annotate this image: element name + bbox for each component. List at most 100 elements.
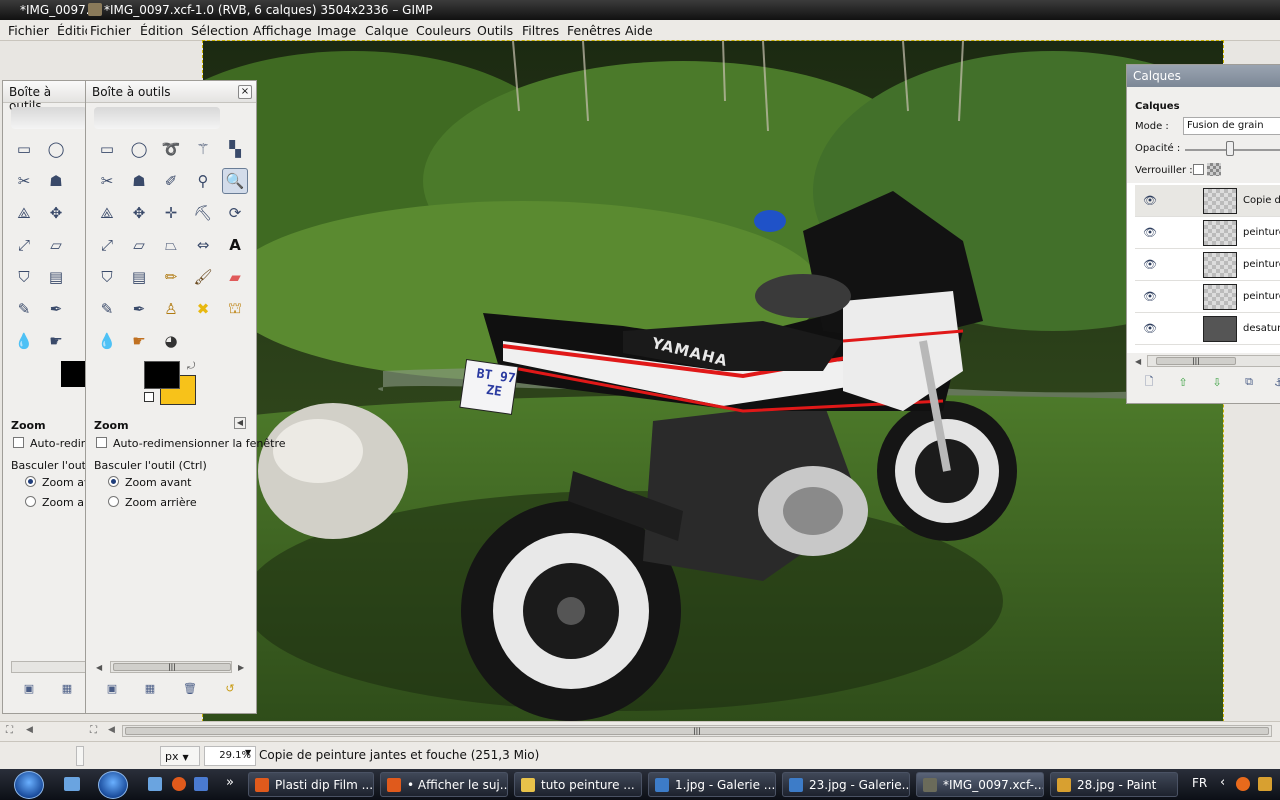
- align-icon[interactable]: ✛: [158, 200, 184, 226]
- firefox-quicklaunch-icon[interactable]: [172, 777, 186, 791]
- reset-options-icon[interactable]: ↺: [222, 681, 238, 695]
- rotate-icon[interactable]: ⟳: [222, 200, 248, 226]
- rect-select-icon[interactable]: ▭: [11, 136, 37, 162]
- raise-layer-icon[interactable]: ⇧: [1175, 375, 1191, 389]
- task-afficher-sujet[interactable]: • Afficher le suj...: [380, 772, 508, 797]
- layers-scroll-left-icon[interactable]: ◀: [1135, 357, 1141, 366]
- bucket-fill-icon[interactable]: ⛉: [11, 264, 37, 290]
- task-paint[interactable]: 28.jpg - Paint: [1050, 772, 1178, 797]
- layer-row[interactable]: 👁 desatura: [1135, 313, 1280, 345]
- foreground-select-icon[interactable]: ☗: [126, 168, 152, 194]
- layers-scrollbar-thumb[interactable]: |||: [1156, 357, 1236, 365]
- rect-select-icon[interactable]: ▭: [94, 136, 120, 162]
- scale-icon[interactable]: ⤢: [94, 232, 120, 258]
- visibility-eye-icon[interactable]: 👁: [1143, 258, 1159, 271]
- paths-icon[interactable]: ✐: [158, 168, 184, 194]
- menu-fenetres[interactable]: Fenêtres: [567, 23, 621, 38]
- quickmask-front-icon[interactable]: ⛶: [90, 725, 97, 736]
- layer-row[interactable]: 👁 peinture: [1135, 249, 1280, 281]
- ellipse-select-icon[interactable]: ◯: [126, 136, 152, 162]
- image-canvas[interactable]: BT 97 ZE YAMAHA: [202, 40, 1224, 722]
- options-scrollbar-back[interactable]: [11, 661, 87, 673]
- visibility-eye-icon[interactable]: 👁: [1143, 322, 1159, 335]
- menu-outils[interactable]: Outils: [477, 23, 513, 38]
- layer-name[interactable]: desatura: [1243, 323, 1280, 334]
- zoom-in-radio-back[interactable]: Zoom av: [25, 476, 90, 489]
- scale-icon[interactable]: ⤢: [11, 232, 37, 258]
- task-plasti-dip[interactable]: Plasti dip Film ...: [248, 772, 374, 797]
- shear-icon[interactable]: ▱: [126, 232, 152, 258]
- heal-icon[interactable]: ✖: [190, 296, 216, 322]
- zoom-out-radio[interactable]: Zoom arrière: [108, 496, 197, 509]
- shear-icon[interactable]: ▱: [43, 232, 69, 258]
- delete-options-icon[interactable]: 🗑: [182, 681, 198, 695]
- tray-secondary-icon[interactable]: [1258, 777, 1272, 791]
- scissors-icon[interactable]: ✂: [11, 168, 37, 194]
- perspective-clone-icon[interactable]: ⛫: [222, 296, 248, 322]
- visibility-eye-icon[interactable]: 👁: [1143, 194, 1159, 207]
- menu-calque[interactable]: Calque: [365, 23, 408, 38]
- quicklaunch-desktop-icon[interactable]: [148, 777, 162, 791]
- save-options-icon[interactable]: ▣: [104, 681, 120, 695]
- layer-row[interactable]: 👁 Copie de: [1135, 185, 1280, 217]
- start-orb-back[interactable]: [14, 771, 44, 799]
- scroll-left-front-icon[interactable]: ◀: [108, 725, 115, 735]
- scissors-icon[interactable]: ✂: [94, 168, 120, 194]
- foreground-select-icon[interactable]: ☗: [43, 168, 69, 194]
- restore-options-icon-back[interactable]: ▦: [59, 681, 75, 695]
- close-icon[interactable]: ×: [238, 85, 252, 99]
- menu-affichage[interactable]: Affichage: [253, 23, 312, 38]
- save-options-icon-back[interactable]: ▣: [21, 681, 37, 695]
- pencil-icon[interactable]: ✏: [158, 264, 184, 290]
- menu-selection[interactable]: Sélection: [191, 23, 249, 38]
- zoom-tool-icon[interactable]: 🔍: [222, 168, 248, 194]
- ink-icon[interactable]: ✒: [43, 296, 69, 322]
- options-scrollbar-thumb[interactable]: |||: [113, 663, 231, 671]
- measure-icon[interactable]: ⟁: [94, 200, 120, 226]
- layer-row[interactable]: 👁 peinture: [1135, 281, 1280, 313]
- scroll-left-icon[interactable]: ◀: [26, 725, 33, 735]
- fg-color-swatch[interactable]: [144, 361, 180, 389]
- smudge-icon[interactable]: ☛: [43, 328, 69, 354]
- layer-name[interactable]: peinture: [1243, 259, 1280, 270]
- duplicate-layer-icon[interactable]: ⧉: [1241, 375, 1257, 389]
- canvas-hscrollbar-thumb[interactable]: |||: [125, 727, 1269, 735]
- zoom-in-radio[interactable]: Zoom avant: [108, 476, 191, 489]
- airbrush-icon[interactable]: ✎: [11, 296, 37, 322]
- smudge-icon[interactable]: ☛: [126, 328, 152, 354]
- new-layer-icon[interactable]: 🗋: [1141, 375, 1157, 389]
- move-icon[interactable]: ✥: [126, 200, 152, 226]
- fuzzy-select-icon[interactable]: ⚚: [190, 136, 216, 162]
- menu-ghost-fichier[interactable]: Fichier: [8, 23, 49, 38]
- gradient-icon[interactable]: ▤: [126, 264, 152, 290]
- anchor-layer-icon[interactable]: ⚓: [1271, 375, 1280, 389]
- default-colors-icon[interactable]: [144, 392, 154, 402]
- clone-icon[interactable]: ♙: [158, 296, 184, 322]
- language-indicator[interactable]: FR: [1192, 776, 1207, 790]
- layer-row[interactable]: 👁 peinture: [1135, 217, 1280, 249]
- opacity-slider-handle[interactable]: [1226, 141, 1234, 156]
- options-scrollbar[interactable]: |||: [110, 661, 232, 673]
- show-desktop-icon[interactable]: [64, 777, 80, 791]
- menu-edition[interactable]: Édition: [140, 23, 183, 38]
- configure-icon[interactable]: ◀: [234, 417, 246, 429]
- flip-icon[interactable]: ⇔: [190, 232, 216, 258]
- lock-checkbox[interactable]: [1193, 164, 1204, 175]
- select-by-color-icon[interactable]: ▚: [222, 136, 248, 162]
- menu-image[interactable]: Image: [317, 23, 356, 38]
- path-icon[interactable]: ⟁: [11, 200, 37, 226]
- scroll-left-icon[interactable]: ◀: [96, 663, 102, 672]
- move-icon[interactable]: ✥: [43, 200, 69, 226]
- visibility-eye-icon[interactable]: 👁: [1143, 290, 1159, 303]
- tray-app-icon[interactable]: [1236, 777, 1250, 791]
- menu-fichier[interactable]: Fichier: [90, 23, 131, 38]
- lock-alpha-icon[interactable]: [1207, 163, 1221, 176]
- color-picker-icon[interactable]: ⚲: [190, 168, 216, 194]
- tray-expand-icon[interactable]: ‹: [1220, 775, 1225, 790]
- lower-layer-icon[interactable]: ⇩: [1209, 375, 1225, 389]
- layer-name[interactable]: peinture: [1243, 227, 1280, 238]
- zoom-out-radio-back[interactable]: Zoom arr: [25, 496, 93, 509]
- task-galerie-23[interactable]: 23.jpg - Galerie...: [782, 772, 910, 797]
- menu-ghost-edition[interactable]: Éditio: [57, 23, 87, 38]
- visibility-eye-icon[interactable]: 👁: [1143, 226, 1159, 239]
